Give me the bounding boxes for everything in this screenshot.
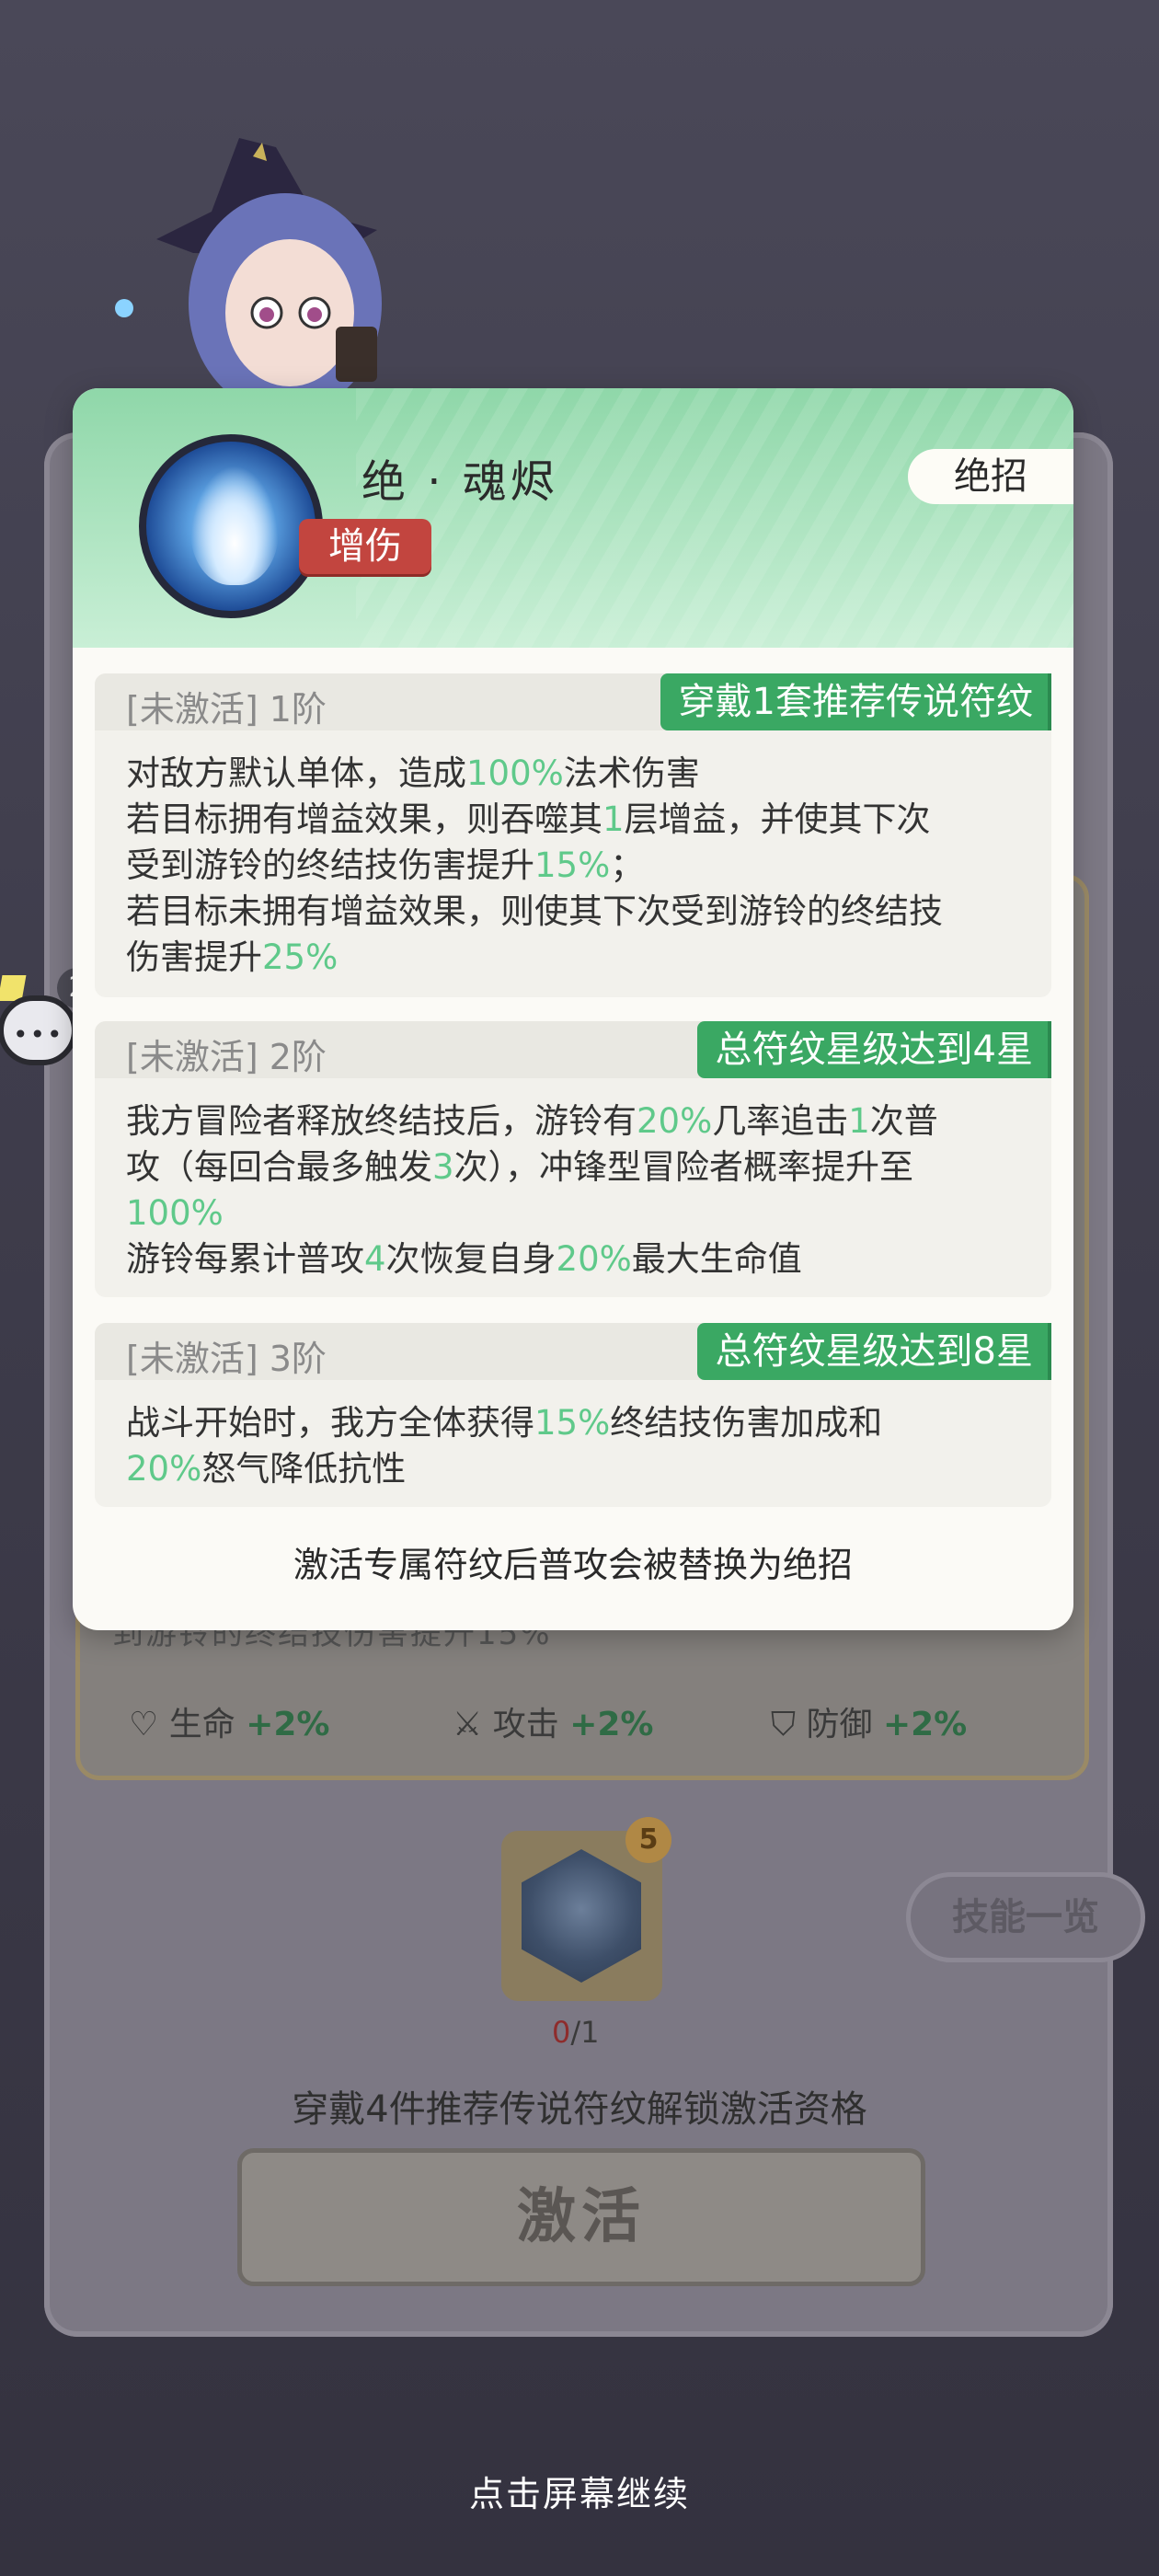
tier-2-section: [未激活] 2阶 总符纹星级达到4星 我方冒险者释放终结技后，游铃有20%几率追… bbox=[95, 1021, 1051, 1297]
rune-count-have: 0 bbox=[552, 2015, 571, 2050]
rune-star-badge: 5 bbox=[625, 1817, 671, 1863]
tier-1-requirement: 穿戴1套推荐传说符纹 bbox=[660, 673, 1051, 730]
activate-button[interactable]: 激活 bbox=[237, 2148, 925, 2286]
unlock-hint: 穿戴4件推荐传说符纹解锁激活资格 bbox=[292, 2088, 867, 2131]
blue-flame-icon bbox=[139, 434, 323, 618]
tier-2-requirement: 总符纹星级达到4星 bbox=[696, 1021, 1051, 1078]
stat-attack-value: +2% bbox=[569, 1706, 654, 1743]
tap-to-continue[interactable]: 点击屏幕继续 bbox=[0, 2466, 1159, 2516]
stat-attack: ⚔ 攻击 +2% bbox=[453, 1697, 654, 1745]
ellipsis-icon: ••• bbox=[13, 1019, 64, 1050]
tier-1-section: [未激活] 1阶 穿戴1套推荐传说符纹 对敌方默认单体，造成100%法术伤害 若… bbox=[95, 673, 1051, 997]
tier-2-description: 我方冒险者释放终结技后，游铃有20%几率追击1次普 攻（每回合最多触发3次），冲… bbox=[126, 1101, 938, 1279]
ultimate-tag: 绝招 bbox=[908, 449, 1073, 504]
tier-3-requirement: 总符纹星级达到8星 bbox=[696, 1323, 1051, 1380]
character-portrait bbox=[115, 138, 382, 414]
heart-icon: ♡ bbox=[129, 1706, 159, 1743]
shield-icon: ⛉ bbox=[771, 1706, 797, 1743]
tier-3-section: [未激活] 3阶 总符纹星级达到8星 战斗开始时，我方全体获得15%终结技伤害加… bbox=[95, 1323, 1051, 1507]
stat-defense-label: 防御 bbox=[806, 1706, 873, 1743]
skill-name: 绝 · 魂烬 bbox=[361, 456, 558, 508]
rune-count: 0/1 bbox=[552, 2015, 600, 2050]
stat-hp: ♡ 生命 +2% bbox=[129, 1697, 330, 1745]
skill-list-button[interactable]: 技能一览 bbox=[906, 1872, 1145, 1962]
card-header: 绝 · 魂烬 增伤 绝招 bbox=[73, 388, 1073, 648]
stat-hp-value: +2% bbox=[246, 1706, 330, 1743]
sword-icon: ⚔ bbox=[453, 1706, 483, 1743]
tier-1-status: [未激活] 1阶 bbox=[126, 689, 327, 730]
tier-2-status: [未激活] 2阶 bbox=[126, 1037, 327, 1077]
tier-3-status: [未激活] 3阶 bbox=[126, 1339, 327, 1379]
stat-attack-label: 攻击 bbox=[492, 1706, 559, 1743]
tier-1-description: 对敌方默认单体，造成100%法术伤害 若目标拥有增益效果，则吞噬其1层增益，并使… bbox=[126, 753, 943, 977]
stat-defense: ⛉ 防御 +2% bbox=[771, 1697, 967, 1745]
skill-detail-card: 绝 · 魂烬 增伤 绝招 [未激活] 1阶 穿戴1套推荐传说符纹 对敌方默认单体… bbox=[73, 388, 1073, 1630]
card-footer-note: 激活专属符纹后普攻会被替换为绝招 bbox=[293, 1545, 853, 1585]
rune-flame-icon bbox=[522, 1849, 641, 1983]
damage-boost-tag: 增伤 bbox=[299, 519, 431, 574]
rune-count-total: /1 bbox=[570, 2015, 600, 2050]
stat-defense-value: +2% bbox=[882, 1706, 968, 1743]
tier-3-description: 战斗开始时，我方全体获得15%终结技伤害加成和 20%怒气降低抗性 bbox=[126, 1403, 883, 1489]
stat-hp-label: 生命 bbox=[168, 1706, 235, 1743]
